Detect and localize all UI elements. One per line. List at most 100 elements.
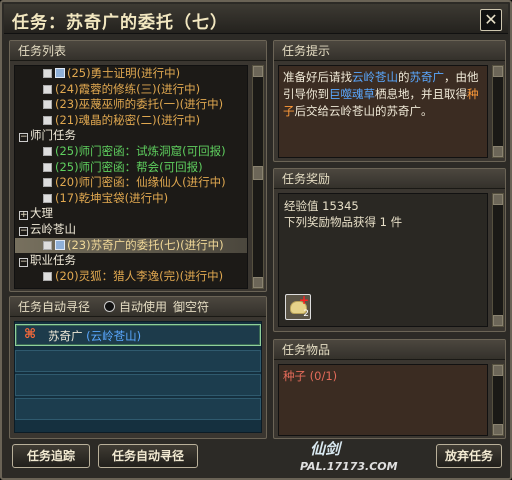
task-checkbox[interactable] — [43, 193, 52, 203]
hint-text-segment: 巨噬魂草 — [329, 87, 375, 101]
auto-path-title: 任务自动寻径 — [18, 299, 91, 314]
scroll-down-button[interactable] — [493, 146, 503, 157]
task-group-label: 师门任务 — [30, 128, 76, 143]
scroll-up-button[interactable] — [493, 66, 503, 77]
task-track-button[interactable]: 任务追踪 — [12, 444, 90, 468]
task-hint-header: 任务提示 — [274, 41, 505, 61]
title-bar: 任务：苏奇广的委托（七） ✕ — [4, 4, 508, 34]
task-group[interactable]: + 大理 — [15, 206, 247, 222]
auto-path-header: 任务自动寻径 自动使用 御空符 — [10, 297, 266, 317]
reward-item-slot[interactable]: + 2 — [285, 294, 311, 320]
goods-scrollbar[interactable] — [492, 364, 504, 436]
auto-path-panel: 任务自动寻径 自动使用 御空符 ⌘ 苏奇广 (云岭苍山) — [9, 296, 267, 439]
task-checkbox[interactable] — [43, 84, 52, 94]
task-item-label: (21)魂晶的秘密(二)(进行中) — [55, 112, 201, 127]
task-checkbox[interactable] — [43, 178, 52, 188]
reward-scrollbar[interactable] — [492, 193, 504, 327]
task-reward-header: 任务奖励 — [274, 169, 505, 189]
expand-icon[interactable]: + — [19, 211, 28, 221]
task-group[interactable]: − 职业任务 — [15, 253, 247, 269]
task-checkbox[interactable] — [43, 240, 52, 250]
path-target-row[interactable]: ⌘ 苏奇广 (云岭苍山) — [15, 324, 261, 346]
scroll-up-button[interactable] — [253, 66, 263, 77]
task-reward-panel: 任务奖励 经验值 15345 下列奖励物品获得 1 件 + 2 — [273, 168, 506, 332]
scroll-thumb[interactable] — [253, 166, 263, 180]
task-list: (25)勇士证明(进行中) (24)霞蓉的修练(三)(进行中) (23)巫蔑巫师的委… — [14, 65, 248, 289]
auto-path-button[interactable]: 任务自动寻径 — [98, 444, 198, 468]
task-group-label: 云岭苍山 — [30, 221, 76, 236]
path-empty-row — [15, 350, 261, 372]
collapse-icon[interactable]: − — [19, 258, 28, 268]
task-group[interactable]: − 云岭苍山 — [15, 222, 247, 238]
scroll-icon — [55, 239, 65, 250]
hint-text-segment: 苏奇广 — [409, 70, 445, 84]
scroll-down-button[interactable] — [493, 315, 503, 326]
hint-text-segment: 后交给云岭苍山的苏奇广。 — [294, 104, 433, 118]
site-watermark: 仙剑 PAL.17173.COM — [298, 438, 428, 478]
task-hint-text: 准备好后请找云岭苍山的苏奇广，由他引导你到巨噬魂草栖息地，并且取得种子后交给云岭… — [278, 65, 488, 158]
task-item-label: (23)苏奇广的委托(七)(进行中) — [67, 237, 224, 252]
task-goods-item[interactable]: 种子 (0/1) — [283, 368, 483, 384]
task-checkbox[interactable] — [43, 69, 52, 78]
task-goods-panel: 任务物品 种子 (0/1) — [273, 339, 506, 439]
auto-use-item-name: 御空符 — [173, 299, 210, 314]
auto-path-list: ⌘ 苏奇广 (云岭苍山) — [14, 321, 262, 433]
task-group-label: 大理 — [30, 206, 53, 221]
task-item[interactable]: (24)霞蓉的修练(三)(进行中) — [15, 82, 247, 98]
collapse-icon[interactable]: − — [19, 226, 28, 236]
task-group-label: 职业任务 — [30, 253, 76, 268]
task-group[interactable]: − 师门任务 — [15, 128, 247, 144]
path-empty-row — [15, 398, 261, 420]
npc-name: 苏奇广 — [48, 329, 83, 343]
task-item[interactable]: (20)师门密函：仙缘仙人(进行中) — [15, 175, 247, 191]
reward-content: 经验值 15345 下列奖励物品获得 1 件 + 2 — [278, 193, 488, 327]
hint-scrollbar[interactable] — [492, 65, 504, 158]
task-checkbox[interactable] — [43, 271, 52, 281]
task-item-label: (17)乾坤宝袋(进行中) — [55, 190, 169, 205]
task-item[interactable]: (25)师门密函：试炼洞窟(可回报) — [15, 144, 247, 160]
close-button[interactable]: ✕ — [480, 9, 502, 31]
task-item[interactable]: (25)勇士证明(进行中) — [15, 66, 247, 82]
path-empty-row — [15, 374, 261, 396]
task-item[interactable]: (21)魂晶的秘密(二)(进行中) — [15, 113, 247, 129]
task-item-label: (23)巫蔑巫师的委托(一)(进行中) — [55, 97, 224, 112]
scroll-up-button[interactable] — [493, 365, 503, 376]
auto-use-label: 自动使用 — [119, 299, 168, 314]
task-goods-list: 种子 (0/1) — [278, 364, 488, 436]
collapse-icon[interactable]: − — [19, 133, 28, 143]
watermark-logo: 仙剑 — [310, 440, 341, 458]
task-item[interactable]: (23)苏奇广的委托(七)(进行中) — [15, 237, 247, 254]
task-list-header: 任务列表 — [10, 41, 266, 61]
task-checkbox[interactable] — [43, 100, 52, 110]
quest-window: 任务：苏奇广的委托（七） ✕ 任务列表 (25)勇士证明(进行中) (24)霞蓉的… — [0, 0, 512, 480]
task-hint-panel: 任务提示 准备好后请找云岭苍山的苏奇广，由他引导你到巨噬魂草栖息地，并且取得种子… — [273, 40, 506, 162]
npc-location: (云岭苍山) — [86, 329, 142, 343]
plus-icon: + — [298, 293, 309, 307]
watermark-url: PAL.17173.COM — [300, 460, 398, 473]
scroll-down-button[interactable] — [253, 277, 263, 288]
hint-text-segment: 云岭苍山 — [352, 70, 398, 84]
task-item-label: (25)勇士证明(进行中) — [67, 66, 181, 80]
auto-use-checkbox[interactable] — [104, 301, 116, 312]
npc-target-icon: ⌘ — [24, 327, 37, 342]
abandon-task-button[interactable]: 放弃任务 — [436, 444, 502, 468]
task-list-scrollbar[interactable] — [252, 65, 264, 289]
scroll-down-button[interactable] — [493, 424, 503, 435]
task-item-label: (25)师门密函：帮会(可回报) — [55, 159, 203, 174]
window-title: 任务：苏奇广的委托（七） — [12, 13, 228, 33]
item-count: 2 — [303, 309, 309, 319]
task-list-panel: 任务列表 (25)勇士证明(进行中) (24)霞蓉的修练(三)(进行中) (23)巫… — [9, 40, 267, 292]
task-checkbox[interactable] — [43, 146, 52, 156]
task-item[interactable]: (25)师门密函：帮会(可回报) — [15, 160, 247, 176]
hint-text-segment: 栖息地，并且取得 — [375, 87, 467, 101]
task-checkbox[interactable] — [43, 115, 52, 125]
scroll-up-button[interactable] — [493, 194, 503, 205]
scroll-icon — [55, 68, 65, 78]
path-target-label: 苏奇广 (云岭苍山) — [48, 328, 141, 344]
task-item[interactable]: (17)乾坤宝袋(进行中) — [15, 191, 247, 207]
task-item[interactable]: (20)灵狐：猎人李逸(完)(进行中) — [15, 269, 247, 285]
task-item[interactable]: (23)巫蔑巫师的委托(一)(进行中) — [15, 97, 247, 113]
reward-items-label: 下列奖励物品获得 1 件 — [284, 215, 403, 229]
hint-text-segment: 准备好后请找 — [283, 70, 352, 84]
task-checkbox[interactable] — [43, 162, 52, 172]
